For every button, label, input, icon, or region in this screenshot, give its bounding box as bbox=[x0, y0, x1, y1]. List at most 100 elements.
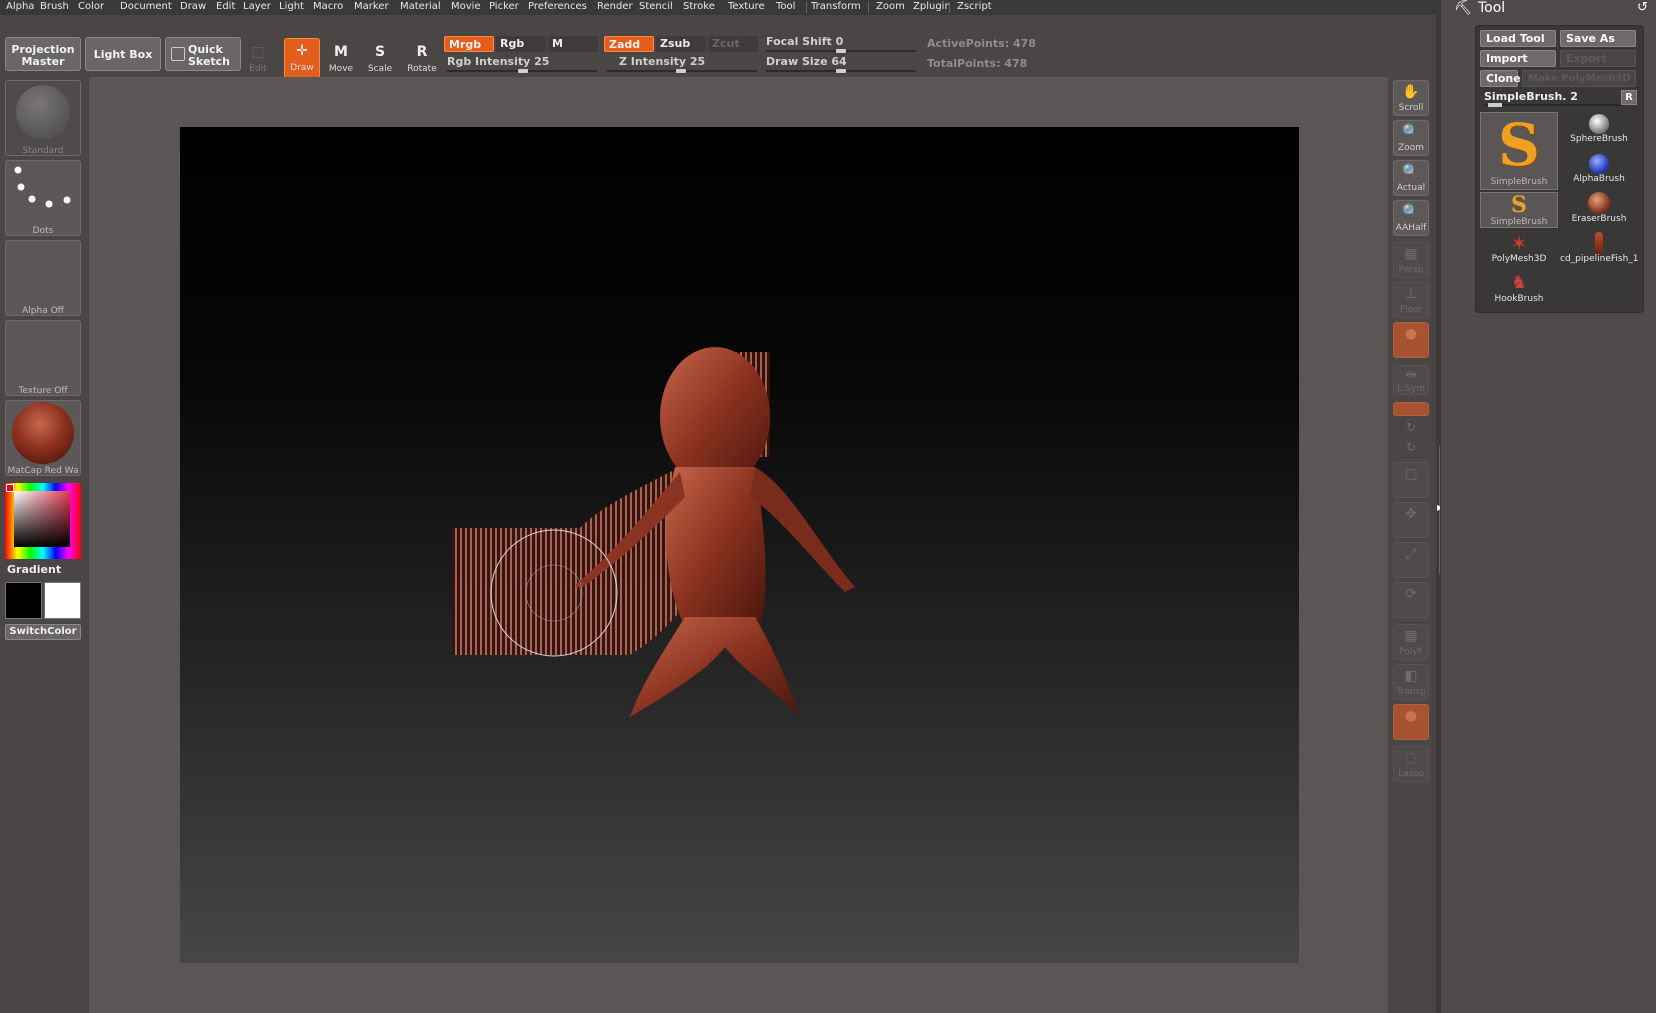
save-as-button[interactable]: Save As bbox=[1560, 30, 1636, 47]
scale-view-button[interactable]: ⤢ bbox=[1393, 542, 1429, 578]
menu-zoom[interactable]: Zoom bbox=[876, 1, 905, 12]
r-button[interactable]: R bbox=[1621, 90, 1637, 105]
rotate-view-button[interactable]: ⟳ bbox=[1393, 582, 1429, 618]
actual-button[interactable]: 🔍 Actual bbox=[1393, 160, 1429, 196]
current-tool-slider[interactable]: SimpleBrush. 2 bbox=[1484, 90, 1578, 103]
light-box-button[interactable]: Light Box bbox=[85, 37, 161, 71]
draw-size-slider[interactable]: Draw Size 64 bbox=[766, 55, 847, 68]
rotate-y-icon[interactable]: ↻ bbox=[1393, 420, 1429, 438]
edit-mode-button[interactable]: ⬚ Edit bbox=[240, 40, 276, 80]
scale-mode-button[interactable]: S Scale bbox=[362, 40, 398, 80]
transp-button[interactable]: ◧ Transp bbox=[1393, 664, 1429, 700]
menu-transform[interactable]: Transform bbox=[811, 1, 861, 12]
menu-material[interactable]: Material bbox=[400, 1, 441, 12]
persp-button[interactable]: ▦ Persp bbox=[1393, 242, 1429, 278]
canvas-viewport[interactable] bbox=[180, 127, 1299, 963]
menu-alpha[interactable]: Alpha bbox=[6, 1, 34, 12]
menu-movie[interactable]: Movie bbox=[451, 1, 481, 12]
xyz-button[interactable] bbox=[1393, 402, 1429, 416]
tool-palette-pin-icon[interactable]: ⛏ bbox=[1454, 0, 1472, 16]
menu-zscript[interactable]: Zscript bbox=[957, 1, 992, 12]
standard-brush-icon bbox=[16, 85, 70, 139]
rgb-intensity-knob[interactable] bbox=[518, 69, 528, 73]
quick-sketch-button[interactable]: Quick Sketch bbox=[165, 37, 241, 71]
alpha-selector[interactable]: Alpha Off bbox=[5, 240, 81, 316]
menu-stroke[interactable]: Stroke bbox=[683, 1, 715, 12]
z-intensity-knob[interactable] bbox=[676, 69, 686, 73]
rgb-intensity-slider[interactable]: Rgb Intensity 25 bbox=[447, 55, 549, 68]
tool-palette-reset-icon[interactable]: ↺ bbox=[1637, 0, 1648, 15]
zadd-toggle[interactable]: Zadd bbox=[604, 36, 654, 52]
menu-tool[interactable]: Tool bbox=[776, 1, 795, 12]
zcut-toggle[interactable]: Zcut bbox=[708, 36, 758, 52]
polyf-button[interactable]: ▦ PolyF bbox=[1393, 624, 1429, 660]
export-button[interactable]: Export bbox=[1560, 50, 1636, 67]
load-tool-button[interactable]: Load Tool bbox=[1480, 30, 1556, 47]
menu-preferences[interactable]: Preferences bbox=[528, 1, 587, 12]
move-mode-button[interactable]: M Move bbox=[323, 40, 359, 80]
zsub-toggle[interactable]: Zsub bbox=[656, 36, 706, 52]
menu-render[interactable]: Render bbox=[597, 1, 633, 12]
projection-master-button[interactable]: Projection Master bbox=[5, 37, 81, 71]
brush-selector[interactable]: Standard bbox=[5, 80, 81, 156]
z-intensity-slider[interactable]: Z Intensity 25 bbox=[619, 55, 705, 68]
ghost-button[interactable]: ● bbox=[1393, 704, 1429, 740]
ghost-icon: ● bbox=[1404, 708, 1418, 724]
secondary-color-swatch[interactable] bbox=[5, 582, 42, 619]
switch-color-button[interactable]: SwitchColor bbox=[5, 624, 81, 640]
mrgb-toggle[interactable]: Mrgb bbox=[444, 36, 494, 52]
color-picker[interactable] bbox=[5, 483, 81, 559]
local-button[interactable]: ● bbox=[1393, 322, 1429, 358]
gradient-label[interactable]: Gradient bbox=[7, 563, 61, 576]
menu-color[interactable]: Color bbox=[78, 1, 104, 12]
clone-button[interactable]: Clone bbox=[1480, 70, 1521, 87]
menu-layer[interactable]: Layer bbox=[243, 1, 271, 12]
menu-brush[interactable]: Brush bbox=[40, 1, 69, 12]
tool-item-alphabrush[interactable]: AlphaBrush bbox=[1560, 152, 1638, 192]
menu-zplugin[interactable]: Zplugin bbox=[913, 1, 951, 12]
scroll-button[interactable]: ✋ Scroll bbox=[1393, 80, 1429, 116]
rotate-mode-button[interactable]: R Rotate bbox=[404, 40, 440, 80]
menu-stencil[interactable]: Stencil bbox=[639, 1, 673, 12]
main-color-swatch[interactable] bbox=[44, 582, 81, 619]
menu-light[interactable]: Light bbox=[279, 1, 304, 12]
rotate-z-icon[interactable]: ↻ bbox=[1393, 440, 1429, 458]
tool-item-hookbrush[interactable]: ♞ HookBrush bbox=[1480, 272, 1558, 312]
zoom-button[interactable]: 🔍 Zoom bbox=[1393, 120, 1429, 156]
tool-item-simplebrush-main[interactable]: S SimpleBrush bbox=[1480, 112, 1558, 190]
menu-edit[interactable]: Edit bbox=[216, 1, 235, 12]
tool-item-polymesh3d[interactable]: ✶ PolyMesh3D bbox=[1480, 232, 1558, 272]
focal-shift-knob[interactable] bbox=[836, 49, 846, 53]
top-toolbar: Projection Master Light Box Quick Sketch… bbox=[0, 15, 1440, 82]
quick-sketch-icon bbox=[171, 47, 185, 61]
menu-picker[interactable]: Picker bbox=[489, 1, 519, 12]
menu-draw[interactable]: Draw bbox=[180, 1, 206, 12]
m-toggle[interactable]: M bbox=[548, 36, 598, 52]
focal-shift-slider[interactable]: Focal Shift 0 bbox=[766, 35, 843, 48]
draw-mode-button[interactable]: ✛ Draw bbox=[284, 38, 320, 82]
color-picker-square[interactable] bbox=[14, 491, 70, 547]
frame-button[interactable]: ▢ bbox=[1393, 462, 1429, 498]
tool-item-simplebrush-small[interactable]: S SimpleBrush bbox=[1480, 192, 1558, 228]
lasso-button[interactable]: ◌ Lasso bbox=[1393, 746, 1429, 782]
texture-selector[interactable]: Texture Off bbox=[5, 320, 81, 396]
import-button[interactable]: Import bbox=[1480, 50, 1556, 67]
tool-item-spherebrush[interactable]: SphereBrush bbox=[1560, 112, 1638, 152]
menu-marker[interactable]: Marker bbox=[354, 1, 389, 12]
stroke-selector[interactable]: Dots bbox=[5, 160, 81, 236]
draw-size-knob[interactable] bbox=[836, 69, 846, 73]
lsym-button[interactable]: ⇹ L.Sym bbox=[1393, 365, 1429, 395]
current-tool-knob[interactable] bbox=[1488, 103, 1502, 107]
make-polymesh3d-button[interactable]: Make PolyMesh3D bbox=[1522, 70, 1636, 87]
tool-item-eraserbrush[interactable]: EraserBrush bbox=[1560, 192, 1638, 232]
material-selector[interactable]: MatCap Red Wa bbox=[5, 400, 81, 476]
floor-button[interactable]: ⊥ Floor bbox=[1393, 282, 1429, 318]
aahalf-button[interactable]: 🔍 AAHalf bbox=[1393, 200, 1429, 236]
menu-texture[interactable]: Texture bbox=[728, 1, 765, 12]
move-view-button[interactable]: ✥ bbox=[1393, 502, 1429, 538]
magnifier-icon: 🔍 bbox=[1402, 164, 1420, 180]
menu-document[interactable]: Document bbox=[120, 1, 172, 12]
tool-item-pipelinefish[interactable]: cd_pipelineFish_1 bbox=[1560, 232, 1639, 272]
rgb-toggle[interactable]: Rgb bbox=[496, 36, 546, 52]
menu-macro[interactable]: Macro bbox=[313, 1, 343, 12]
